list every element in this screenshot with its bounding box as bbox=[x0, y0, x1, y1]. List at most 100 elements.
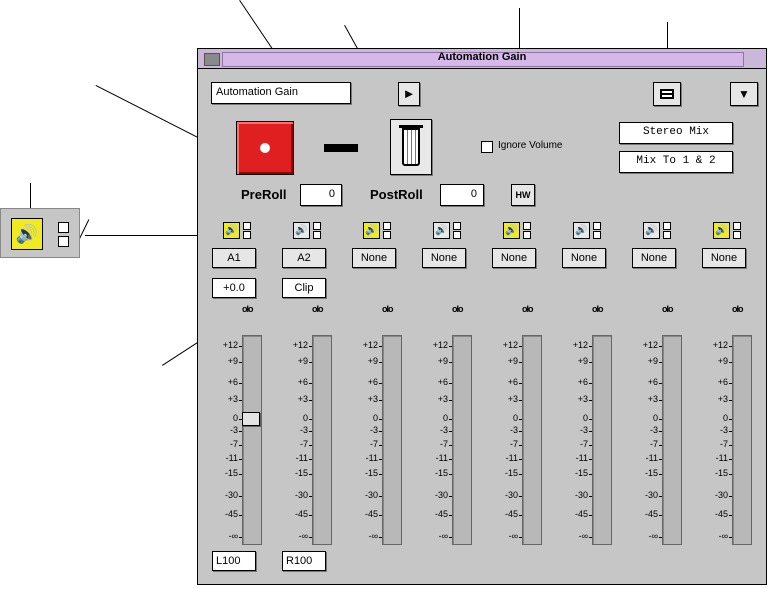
channel-source-button[interactable]: None bbox=[632, 248, 676, 268]
scale-tick-mark bbox=[379, 515, 382, 516]
solo-checkbox[interactable] bbox=[313, 222, 321, 230]
scale-tick-label: +9 bbox=[507, 356, 518, 366]
solo-checkbox[interactable] bbox=[383, 222, 391, 230]
mute-checkbox[interactable] bbox=[243, 231, 251, 239]
fader-thumb[interactable] bbox=[242, 412, 260, 426]
fast-menu-button[interactable]: ▼ bbox=[730, 82, 758, 106]
scale-tick-label: -11 bbox=[505, 453, 518, 463]
scale-tick-label: 0 bbox=[582, 413, 588, 423]
scale-tick-mark bbox=[239, 431, 242, 432]
link-icon[interactable]: oIo bbox=[732, 304, 743, 314]
channel-source-button[interactable]: None bbox=[422, 248, 466, 268]
channel-source-button[interactable]: A1 bbox=[212, 248, 256, 268]
channel-source-button[interactable]: None bbox=[562, 248, 606, 268]
scale-tick-label: +9 bbox=[577, 356, 588, 366]
channel-value-field[interactable]: Clip bbox=[282, 278, 326, 298]
scale-tick-label: -15 bbox=[224, 468, 238, 478]
channel-value-field[interactable]: +0.0 bbox=[212, 278, 256, 298]
fader-track[interactable] bbox=[382, 335, 402, 545]
fader-track[interactable] bbox=[592, 335, 612, 545]
scale-tick-mark bbox=[519, 400, 522, 401]
solo-checkbox[interactable] bbox=[593, 222, 601, 230]
output-mix-field[interactable]: Stereo Mix bbox=[619, 122, 733, 144]
solo-checkbox[interactable] bbox=[453, 222, 461, 230]
solo-checkbox[interactable] bbox=[243, 222, 251, 230]
speaker-button[interactable]: 🔊 bbox=[363, 222, 380, 239]
speaker-button[interactable]: 🔊 bbox=[223, 222, 240, 239]
mute-checkbox[interactable] bbox=[593, 231, 601, 239]
fader-track[interactable] bbox=[242, 335, 262, 545]
output-destination-field[interactable]: Mix To 1 & 2 bbox=[619, 151, 733, 173]
preroll-input[interactable]: 0 bbox=[300, 184, 342, 206]
scale-tick-mark bbox=[729, 400, 732, 401]
channel-source-button[interactable]: None bbox=[702, 248, 746, 268]
solo-checkbox[interactable] bbox=[733, 222, 741, 230]
scale-tick-label: -7 bbox=[229, 439, 238, 449]
speaker-button[interactable]: 🔊 bbox=[713, 222, 730, 239]
scale-tick-label: -30 bbox=[434, 490, 448, 500]
scale-tick-label: 0 bbox=[652, 413, 658, 423]
postroll-input[interactable]: 0 bbox=[440, 184, 484, 206]
link-icon[interactable]: oIo bbox=[662, 304, 673, 314]
scale-tick-mark bbox=[379, 400, 382, 401]
scale-tick-mark bbox=[449, 431, 452, 432]
scale-tick-mark bbox=[239, 537, 242, 538]
pan-field[interactable]: R100 bbox=[282, 551, 326, 571]
fader-track[interactable] bbox=[522, 335, 542, 545]
scale-tick-mark bbox=[309, 445, 312, 446]
window-menu-button[interactable] bbox=[653, 82, 681, 106]
solo-checkbox[interactable] bbox=[523, 222, 531, 230]
scale-tick-label: +3 bbox=[647, 394, 658, 404]
ignore-volume-checkbox[interactable] bbox=[481, 141, 493, 153]
scale-tick-label: -45 bbox=[644, 509, 658, 519]
scale-tick-label: -7 bbox=[509, 439, 518, 449]
fader-track[interactable] bbox=[732, 335, 752, 545]
link-icon[interactable]: oIo bbox=[312, 304, 323, 314]
scale-tick-mark bbox=[589, 474, 592, 475]
title-bar[interactable]: Automation Gain bbox=[198, 49, 766, 69]
mode-select[interactable]: Automation Gain bbox=[211, 82, 351, 104]
record-button[interactable] bbox=[236, 121, 294, 175]
speaker-button[interactable]: 🔊 bbox=[643, 222, 660, 239]
scale-tick-label: -45 bbox=[224, 509, 238, 519]
speaker-button[interactable]: 🔊 bbox=[573, 222, 590, 239]
scale-tick-label: +12 bbox=[432, 340, 448, 350]
mute-checkbox[interactable] bbox=[453, 231, 461, 239]
speaker-button[interactable]: 🔊 bbox=[433, 222, 450, 239]
scale-tick-mark bbox=[309, 459, 312, 460]
fader-track[interactable] bbox=[662, 335, 682, 545]
link-icon[interactable]: oIo bbox=[522, 304, 533, 314]
speaker-button[interactable]: 🔊 bbox=[293, 222, 310, 239]
automation-gain-window: Automation Gain Automation Gain ► ▼ Igno… bbox=[197, 48, 767, 585]
link-icon[interactable]: oIo bbox=[382, 304, 393, 314]
link-icon[interactable]: oIo bbox=[242, 304, 253, 314]
solo-checkbox bbox=[58, 222, 69, 233]
trash-button[interactable] bbox=[390, 119, 432, 175]
scale-tick-mark bbox=[589, 383, 592, 384]
channel-source-button[interactable]: None bbox=[492, 248, 536, 268]
mute-checkbox[interactable] bbox=[313, 231, 321, 239]
speaker-button[interactable]: 🔊 bbox=[503, 222, 520, 239]
scale-tick-label: +6 bbox=[297, 377, 308, 387]
scale-tick-label: -∞ bbox=[718, 531, 728, 541]
channel-source-button[interactable]: A2 bbox=[282, 248, 326, 268]
link-icon[interactable]: oIo bbox=[592, 304, 603, 314]
scale-tick-label: -7 bbox=[649, 439, 658, 449]
hw-button[interactable]: HW bbox=[511, 184, 535, 206]
solo-checkbox[interactable] bbox=[663, 222, 671, 230]
mute-checkbox[interactable] bbox=[733, 231, 741, 239]
scale-tick-mark bbox=[729, 496, 732, 497]
mute-checkbox[interactable] bbox=[663, 231, 671, 239]
link-icon[interactable]: oIo bbox=[452, 304, 463, 314]
play-cursor-button[interactable]: ► bbox=[398, 82, 420, 106]
pan-field[interactable]: L100 bbox=[212, 551, 256, 571]
scale-tick-mark bbox=[589, 445, 592, 446]
scale-tick-mark bbox=[589, 419, 592, 420]
mute-checkbox[interactable] bbox=[383, 231, 391, 239]
channel-source-button[interactable]: None bbox=[352, 248, 396, 268]
mute-checkbox[interactable] bbox=[523, 231, 531, 239]
fader-track[interactable] bbox=[312, 335, 332, 545]
scale-tick-mark bbox=[519, 431, 522, 432]
fader-track[interactable] bbox=[452, 335, 472, 545]
scale-tick-mark bbox=[309, 474, 312, 475]
